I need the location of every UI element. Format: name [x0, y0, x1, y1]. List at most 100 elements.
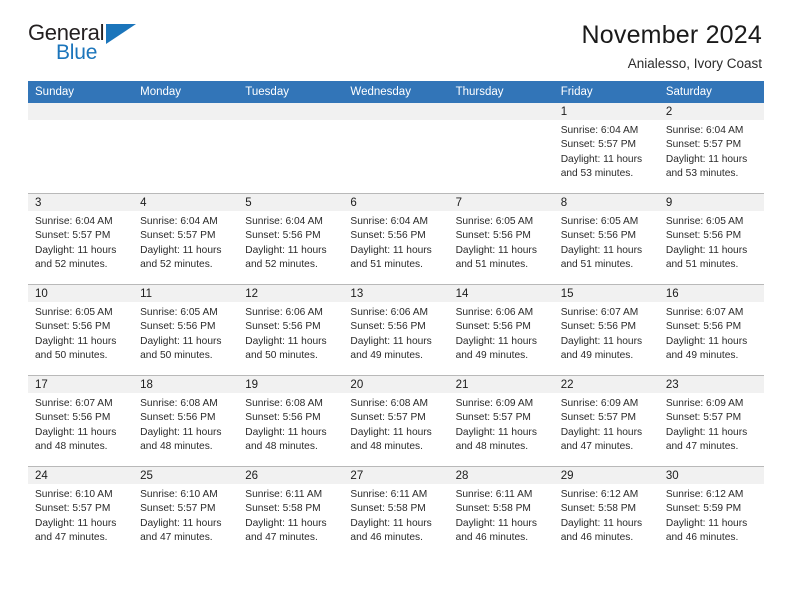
calendar-day-cell[interactable]: 5 Sunrise: 6:04 AM Sunset: 5:56 PM Daylight… [238, 193, 344, 285]
day-number: 17 [28, 376, 134, 393]
day-details: Sunrise: 6:07 AM Sunset: 5:56 PM Daylight:… [28, 393, 133, 455]
daylight-text: Daylight: 11 hours and 49 minutes. [455, 335, 537, 362]
day-number: 26 [238, 467, 344, 484]
calendar-day-cell[interactable]: 23 Sunrise: 6:09 AM Sunset: 5:57 PM Dayligh… [658, 375, 764, 467]
day-details: Sunrise: 6:09 AM Sunset: 5:57 PM Daylight:… [449, 393, 554, 455]
day-details: Sunrise: 6:11 AM Sunset: 5:58 PM Daylight:… [343, 484, 448, 546]
day-details: Sunrise: 6:04 AM Sunset: 5:56 PM Daylight:… [238, 211, 343, 273]
sunset-text: Sunset: 5:56 PM [140, 321, 216, 333]
sunset-text: Sunset: 5:56 PM [455, 321, 531, 333]
brand-logo[interactable]: General Blue [28, 20, 148, 68]
day-details: Sunrise: 6:05 AM Sunset: 5:56 PM Daylight:… [28, 302, 133, 364]
sunset-text: Sunset: 5:59 PM [665, 503, 742, 515]
brand-name-bottom: Blue [56, 41, 98, 64]
daylight-text: Daylight: 11 hours and 47 minutes. [140, 517, 222, 544]
daylight-text: Daylight: 11 hours and 53 minutes. [665, 153, 748, 180]
calendar-day-cell[interactable]: 18 Sunrise: 6:08 AM Sunset: 5:56 PM Dayligh… [133, 375, 239, 467]
calendar-cell-empty [343, 103, 449, 194]
calendar-day-cell[interactable]: 19 Sunrise: 6:08 AM Sunset: 5:56 PM Dayligh… [238, 375, 344, 467]
sunrise-text: Sunrise: 6:11 AM [245, 489, 323, 500]
calendar-week-row: 10 Sunrise: 6:05 AM Sunset: 5:56 PM Dayligh… [28, 284, 764, 376]
sunrise-text: Sunrise: 6:12 AM [560, 489, 639, 500]
day-details: Sunrise: 6:04 AM Sunset: 5:57 PM Daylight:… [28, 211, 133, 273]
daylight-text: Daylight: 11 hours and 52 minutes. [245, 244, 327, 271]
day-number: 7 [448, 194, 554, 211]
day-number [238, 103, 344, 120]
sunset-text: Sunset: 5:57 PM [665, 139, 742, 151]
calendar-cell-empty [28, 103, 134, 194]
day-number: 20 [343, 376, 449, 393]
calendar-day-cell[interactable]: 10 Sunrise: 6:05 AM Sunset: 5:56 PM Dayligh… [28, 284, 134, 376]
calendar-day-cell[interactable]: 28 Sunrise: 6:11 AM Sunset: 5:58 PM Dayligh… [448, 466, 554, 557]
calendar-day-cell[interactable]: 25 Sunrise: 6:10 AM Sunset: 5:57 PM Dayligh… [133, 466, 239, 557]
sunset-text: Sunset: 5:57 PM [35, 230, 111, 242]
calendar-day-cell[interactable]: 27 Sunrise: 6:11 AM Sunset: 5:58 PM Dayligh… [343, 466, 449, 557]
sunrise-text: Sunrise: 6:04 AM [35, 216, 113, 227]
day-number: 4 [133, 194, 239, 211]
day-details: Sunrise: 6:04 AM Sunset: 5:57 PM Daylight:… [133, 211, 238, 273]
calendar-day-cell[interactable]: 12 Sunrise: 6:06 AM Sunset: 5:56 PM Dayligh… [238, 284, 344, 376]
calendar-day-cell[interactable]: 15 Sunrise: 6:07 AM Sunset: 5:56 PM Dayligh… [553, 284, 659, 376]
day-number: 28 [448, 467, 554, 484]
day-number: 2 [658, 103, 764, 120]
calendar-day-cell[interactable]: 30 Sunrise: 6:12 AM Sunset: 5:59 PM Dayligh… [658, 466, 764, 557]
calendar-day-cell[interactable]: 6 Sunrise: 6:04 AM Sunset: 5:56 PM Daylight… [343, 193, 449, 285]
calendar-day-cell[interactable]: 26 Sunrise: 6:11 AM Sunset: 5:58 PM Dayligh… [238, 466, 344, 557]
daylight-text: Daylight: 11 hours and 47 minutes. [245, 517, 327, 544]
sunrise-text: Sunrise: 6:07 AM [560, 307, 639, 318]
calendar-week-row: 1 Sunrise: 6:04 AM Sunset: 5:57 PM Daylight… [28, 103, 764, 194]
day-details: Sunrise: 6:06 AM Sunset: 5:56 PM Daylight:… [343, 302, 448, 364]
calendar-day-cell[interactable]: 7 Sunrise: 6:05 AM Sunset: 5:56 PM Daylight… [448, 193, 554, 285]
weekday-header-thursday: Thursday [448, 81, 554, 103]
sunrise-text: Sunrise: 6:06 AM [350, 307, 429, 318]
sunrise-sunset-calendar: Sunday Monday Tuesday Wednesday Thursday… [28, 81, 764, 557]
calendar-day-cell[interactable]: 21 Sunrise: 6:09 AM Sunset: 5:57 PM Dayligh… [448, 375, 554, 467]
daylight-text: Daylight: 11 hours and 50 minutes. [245, 335, 327, 362]
day-number: 21 [448, 376, 554, 393]
sunrise-text: Sunrise: 6:05 AM [560, 216, 639, 227]
calendar-cell-empty [238, 103, 344, 194]
daylight-text: Daylight: 11 hours and 46 minutes. [455, 517, 537, 544]
day-details: Sunrise: 6:05 AM Sunset: 5:56 PM Daylight:… [449, 211, 554, 273]
daylight-text: Daylight: 11 hours and 51 minutes. [455, 244, 537, 271]
calendar-day-cell[interactable]: 14 Sunrise: 6:06 AM Sunset: 5:56 PM Dayligh… [448, 284, 554, 376]
sunset-text: Sunset: 5:56 PM [560, 321, 637, 333]
sunrise-text: Sunrise: 6:07 AM [665, 307, 744, 318]
calendar-day-cell[interactable]: 17 Sunrise: 6:07 AM Sunset: 5:56 PM Dayligh… [28, 375, 134, 467]
calendar-day-cell[interactable]: 8 Sunrise: 6:05 AM Sunset: 5:56 PM Daylight… [553, 193, 659, 285]
day-number: 23 [658, 376, 764, 393]
day-details: Sunrise: 6:12 AM Sunset: 5:58 PM Daylight:… [554, 484, 659, 546]
day-number: 8 [553, 194, 659, 211]
calendar-day-cell[interactable]: 3 Sunrise: 6:04 AM Sunset: 5:57 PM Daylight… [28, 193, 134, 285]
daylight-text: Daylight: 11 hours and 46 minutes. [665, 517, 748, 544]
calendar-day-cell[interactable]: 13 Sunrise: 6:06 AM Sunset: 5:56 PM Dayligh… [343, 284, 449, 376]
day-details: Sunrise: 6:04 AM Sunset: 5:57 PM Daylight:… [659, 120, 764, 182]
calendar-day-cell[interactable]: 16 Sunrise: 6:07 AM Sunset: 5:56 PM Dayligh… [658, 284, 764, 376]
sunrise-text: Sunrise: 6:09 AM [560, 398, 639, 409]
calendar-week-row: 3 Sunrise: 6:04 AM Sunset: 5:57 PM Daylight… [28, 193, 764, 285]
calendar-day-cell[interactable]: 11 Sunrise: 6:05 AM Sunset: 5:56 PM Dayligh… [133, 284, 239, 376]
sunset-text: Sunset: 5:56 PM [140, 412, 216, 424]
day-number: 19 [238, 376, 344, 393]
sunset-text: Sunset: 5:56 PM [350, 230, 426, 242]
sunset-text: Sunset: 5:56 PM [665, 321, 742, 333]
day-number [28, 103, 134, 120]
sunrise-text: Sunrise: 6:04 AM [350, 216, 429, 227]
sunset-text: Sunset: 5:56 PM [245, 321, 321, 333]
sunrise-text: Sunrise: 6:05 AM [455, 216, 534, 227]
daylight-text: Daylight: 11 hours and 48 minutes. [140, 426, 222, 453]
calendar-day-cell[interactable]: 4 Sunrise: 6:04 AM Sunset: 5:57 PM Daylight… [133, 193, 239, 285]
calendar-day-cell[interactable]: 9 Sunrise: 6:05 AM Sunset: 5:56 PM Daylight… [658, 193, 764, 285]
day-number [448, 103, 554, 120]
calendar-day-cell[interactable]: 2 Sunrise: 6:04 AM Sunset: 5:57 PM Daylight… [658, 103, 764, 194]
daylight-text: Daylight: 11 hours and 52 minutes. [140, 244, 222, 271]
calendar-day-cell[interactable]: 29 Sunrise: 6:12 AM Sunset: 5:58 PM Dayligh… [553, 466, 659, 557]
day-number: 12 [238, 285, 344, 302]
weekday-header-tuesday: Tuesday [238, 81, 344, 103]
calendar-day-cell[interactable]: 20 Sunrise: 6:08 AM Sunset: 5:57 PM Dayligh… [343, 375, 449, 467]
calendar-day-cell[interactable]: 24 Sunrise: 6:10 AM Sunset: 5:57 PM Dayligh… [28, 466, 134, 557]
calendar-day-cell[interactable]: 1 Sunrise: 6:04 AM Sunset: 5:57 PM Daylight… [553, 103, 659, 194]
daylight-text: Daylight: 11 hours and 50 minutes. [35, 335, 117, 362]
day-number: 22 [553, 376, 659, 393]
calendar-day-cell[interactable]: 22 Sunrise: 6:09 AM Sunset: 5:57 PM Dayligh… [553, 375, 659, 467]
